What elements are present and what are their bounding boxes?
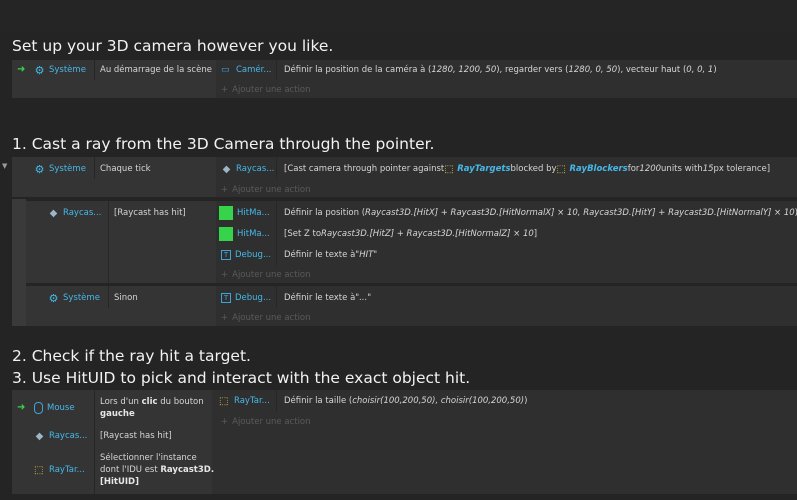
condition-text[interactable]: [Raycast has hit]: [100, 428, 172, 444]
sub2-action-object[interactable]: T Debug...: [221, 290, 271, 306]
action-set-text-dots[interactable]: Définir le texte à "...": [284, 290, 371, 306]
object-group-icon: ⬚: [444, 163, 454, 175]
action-set-size[interactable]: Définir la taille (choisir(100,200,50), …: [284, 393, 527, 409]
trigger-arrow-icon: ➜: [17, 64, 26, 75]
raycast-cube-icon: ◆: [35, 430, 44, 442]
add-action-link[interactable]: + Ajouter une action: [221, 82, 311, 98]
hitmarker-sprite-icon: [219, 227, 233, 241]
action-set-camera-position[interactable]: Définir la position de la caméra à (1280…: [284, 62, 717, 78]
comment-check-hit[interactable]: 2. Check if the ray hit a target.: [12, 346, 251, 366]
add-action-link[interactable]: + Ajouter une action: [221, 414, 311, 430]
object-group-icon: ⬚: [219, 395, 229, 407]
event1-condition[interactable]: ⚙ Système: [34, 62, 86, 78]
object-group-icon: ⬚: [556, 163, 566, 175]
condition-pick-by-uid-text[interactable]: Sélectionner l'instance dont l'IDU est R…: [100, 452, 214, 488]
comment-use-hituid[interactable]: 3. Use HitUID to pick and interact with …: [12, 368, 470, 388]
sub1-condition[interactable]: ◆ Raycas...: [48, 205, 102, 221]
action-set-text-hit[interactable]: Définir le texte à "HIT": [284, 247, 377, 263]
comment-cast-ray[interactable]: 1. Cast a ray from the 3D Camera through…: [12, 134, 435, 154]
condition-text[interactable]: Au démarrage de la scène: [100, 62, 212, 78]
event3-condition-mouse[interactable]: Mouse: [34, 400, 75, 416]
sub1-action3-object[interactable]: T Debug...: [221, 247, 271, 263]
condition-mouse-click-text[interactable]: Lors d'un clic du bouton gauche: [100, 396, 204, 420]
sub1-action1-object[interactable]: HitMa...: [219, 205, 270, 221]
add-action-link[interactable]: + Ajouter une action: [221, 310, 311, 326]
gear-icon: ⚙: [34, 63, 45, 77]
comment-setup-camera[interactable]: Set up your 3D camera however you like.: [12, 36, 333, 56]
condition-object-name[interactable]: Système: [49, 64, 86, 76]
hitmarker-sprite-icon: [219, 206, 233, 220]
object-group-icon: ⬚: [34, 464, 44, 476]
raycast-cube-icon: ◆: [49, 207, 58, 219]
sub2-condition[interactable]: ⚙ Système: [48, 290, 100, 306]
subevent-indent-bar: [12, 199, 26, 326]
top-toolbar-strip: [0, 0, 797, 32]
trigger-arrow-icon: ➜: [17, 402, 26, 413]
add-action-link[interactable]: + Ajouter une action: [221, 267, 311, 283]
event3-condition-pick-instance[interactable]: ⬚ RayTar...: [34, 462, 85, 478]
sub1-action2-object[interactable]: HitMa...: [219, 226, 270, 242]
collapse-triangle-icon[interactable]: ▼: [2, 162, 7, 170]
event2-action-object[interactable]: ◆ Raycas...: [221, 161, 275, 177]
event3-condition-raycast[interactable]: ◆ Raycas...: [34, 428, 88, 444]
raycast-cube-icon: ◆: [222, 163, 231, 175]
gear-icon: ⚙: [34, 162, 45, 176]
condition-text[interactable]: Sinon: [114, 290, 138, 306]
text-object-icon: T: [221, 250, 231, 260]
action-cast-camera-ray[interactable]: [Cast camera through pointer against ⬚ Ra…: [284, 161, 770, 177]
action-set-position[interactable]: Définir la position (Raycast3D.[HitX] + …: [284, 205, 797, 221]
condition-text[interactable]: [Raycast has hit]: [114, 205, 186, 221]
action-set-z[interactable]: [Set Z to Raycast3D.[HitZ] + Raycast3D.[…: [284, 226, 537, 242]
condition-text[interactable]: Chaque tick: [100, 161, 151, 177]
mouse-icon: [34, 402, 43, 414]
add-action-link[interactable]: + Ajouter une action: [221, 182, 311, 198]
gear-icon: ⚙: [48, 291, 59, 305]
text-object-icon: T: [221, 293, 231, 303]
event3-action-object[interactable]: ⬚ RayTar...: [219, 393, 270, 409]
camera-icon: ▭: [221, 64, 230, 75]
event1-action-object[interactable]: ▭ Camér...: [221, 62, 271, 78]
event2-condition[interactable]: ⚙ Système: [34, 161, 86, 177]
